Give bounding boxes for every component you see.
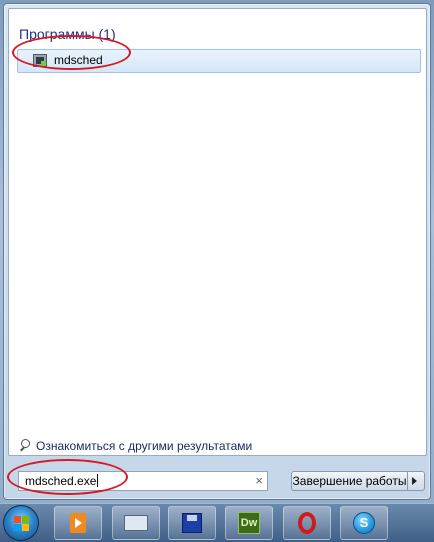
- windows-logo-icon: [14, 516, 30, 532]
- more-results-link[interactable]: Ознакомиться с другими результатами: [19, 439, 252, 453]
- clear-search-icon[interactable]: ×: [255, 473, 263, 488]
- taskbar-keyboard[interactable]: [112, 506, 160, 540]
- taskbar-dreamweaver[interactable]: Dw: [225, 506, 273, 540]
- on-screen-keyboard-icon: [124, 515, 148, 531]
- screen: Программы (1) mdsched Ознакомиться с дру…: [0, 0, 434, 542]
- search-input[interactable]: mdsched.exe ×: [18, 471, 268, 491]
- result-item-mdsched[interactable]: mdsched: [17, 49, 421, 73]
- shutdown-options-arrow-icon[interactable]: [412, 477, 417, 485]
- text-caret: [97, 474, 99, 487]
- taskbar-skype[interactable]: S: [340, 506, 388, 540]
- floppy-save-icon: [182, 513, 202, 533]
- result-item-label: mdsched: [54, 53, 103, 67]
- shutdown-button[interactable]: Завершение работы: [292, 472, 408, 490]
- results-group-title: Программы (1): [19, 26, 116, 42]
- more-results-label: Ознакомиться с другими результатами: [36, 439, 253, 453]
- dreamweaver-icon: Dw: [238, 512, 260, 534]
- taskbar-save[interactable]: [168, 506, 216, 540]
- skype-icon: S: [353, 512, 375, 534]
- memory-diagnostic-icon: [33, 54, 47, 67]
- start-menu: Программы (1) mdsched Ознакомиться с дру…: [3, 3, 431, 500]
- opera-icon: [298, 512, 316, 534]
- taskbar-media-player[interactable]: [54, 506, 102, 540]
- search-input-value: mdsched.exe: [25, 474, 99, 488]
- taskbar-opera[interactable]: [283, 506, 331, 540]
- taskbar: Dw S: [0, 503, 434, 542]
- windows-media-player-icon: [70, 513, 86, 533]
- start-button[interactable]: [3, 505, 39, 541]
- shutdown-button-group: Завершение работы: [291, 471, 425, 491]
- search-icon: [19, 439, 32, 452]
- search-results-pane: Программы (1) mdsched Ознакомиться с дру…: [8, 8, 427, 456]
